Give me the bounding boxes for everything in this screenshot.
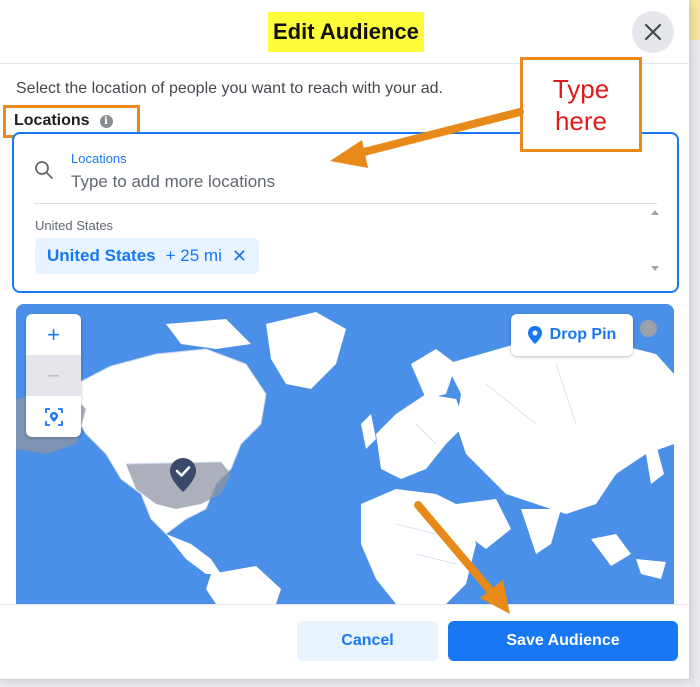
country-group-heading: United States — [35, 218, 114, 233]
scrollbar[interactable] — [651, 206, 661, 278]
drop-pin-button[interactable]: Drop Pin — [511, 314, 633, 356]
locations-heading: Locations i — [14, 112, 113, 130]
map-pin-icon — [527, 326, 542, 344]
scroll-up-arrow-icon[interactable] — [651, 210, 659, 215]
remove-location-icon[interactable]: ✕ — [232, 247, 247, 265]
dialog-title: Edit Audience — [268, 12, 424, 52]
panel-divider — [34, 203, 657, 204]
zoom-in-button[interactable]: + — [26, 314, 81, 355]
check-marker-icon[interactable] — [170, 458, 196, 492]
search-icon — [35, 161, 53, 179]
location-search-input[interactable] — [71, 170, 491, 194]
callout-line-1: Type — [552, 73, 610, 104]
background-strip — [690, 0, 700, 687]
search-caption: Locations — [71, 151, 127, 166]
location-chip[interactable]: United States + 25 mi ✕ — [35, 238, 259, 274]
chip-radius[interactable]: + 25 mi — [166, 246, 222, 266]
drop-pin-label: Drop Pin — [549, 326, 617, 343]
close-icon — [644, 23, 662, 41]
dialog-header: Edit Audience — [0, 0, 689, 64]
close-button[interactable] — [632, 11, 674, 53]
cancel-button[interactable]: Cancel — [297, 621, 438, 661]
dialog-subtitle: Select the location of people you want t… — [16, 80, 443, 97]
background-spot — [690, 0, 700, 40]
zoom-out-button[interactable]: − — [26, 355, 81, 396]
info-icon[interactable]: i — [99, 114, 113, 128]
world-map[interactable]: + − Drop Pin — [16, 304, 674, 604]
locate-button[interactable] — [26, 396, 81, 437]
save-audience-button[interactable]: Save Audience — [448, 621, 678, 661]
locations-label: Locations — [14, 112, 90, 129]
dialog-footer: Cancel Save Audience — [0, 604, 689, 679]
locate-icon — [44, 407, 63, 426]
zoom-controls: + − — [26, 314, 81, 437]
chip-location-name: United States — [47, 246, 156, 265]
scroll-down-arrow-icon[interactable] — [651, 266, 659, 271]
map-info-icon[interactable] — [640, 320, 657, 337]
annotation-callout: Type here — [520, 57, 642, 152]
callout-line-2: here — [554, 105, 608, 136]
locations-panel: Locations United States United States + … — [12, 132, 679, 293]
